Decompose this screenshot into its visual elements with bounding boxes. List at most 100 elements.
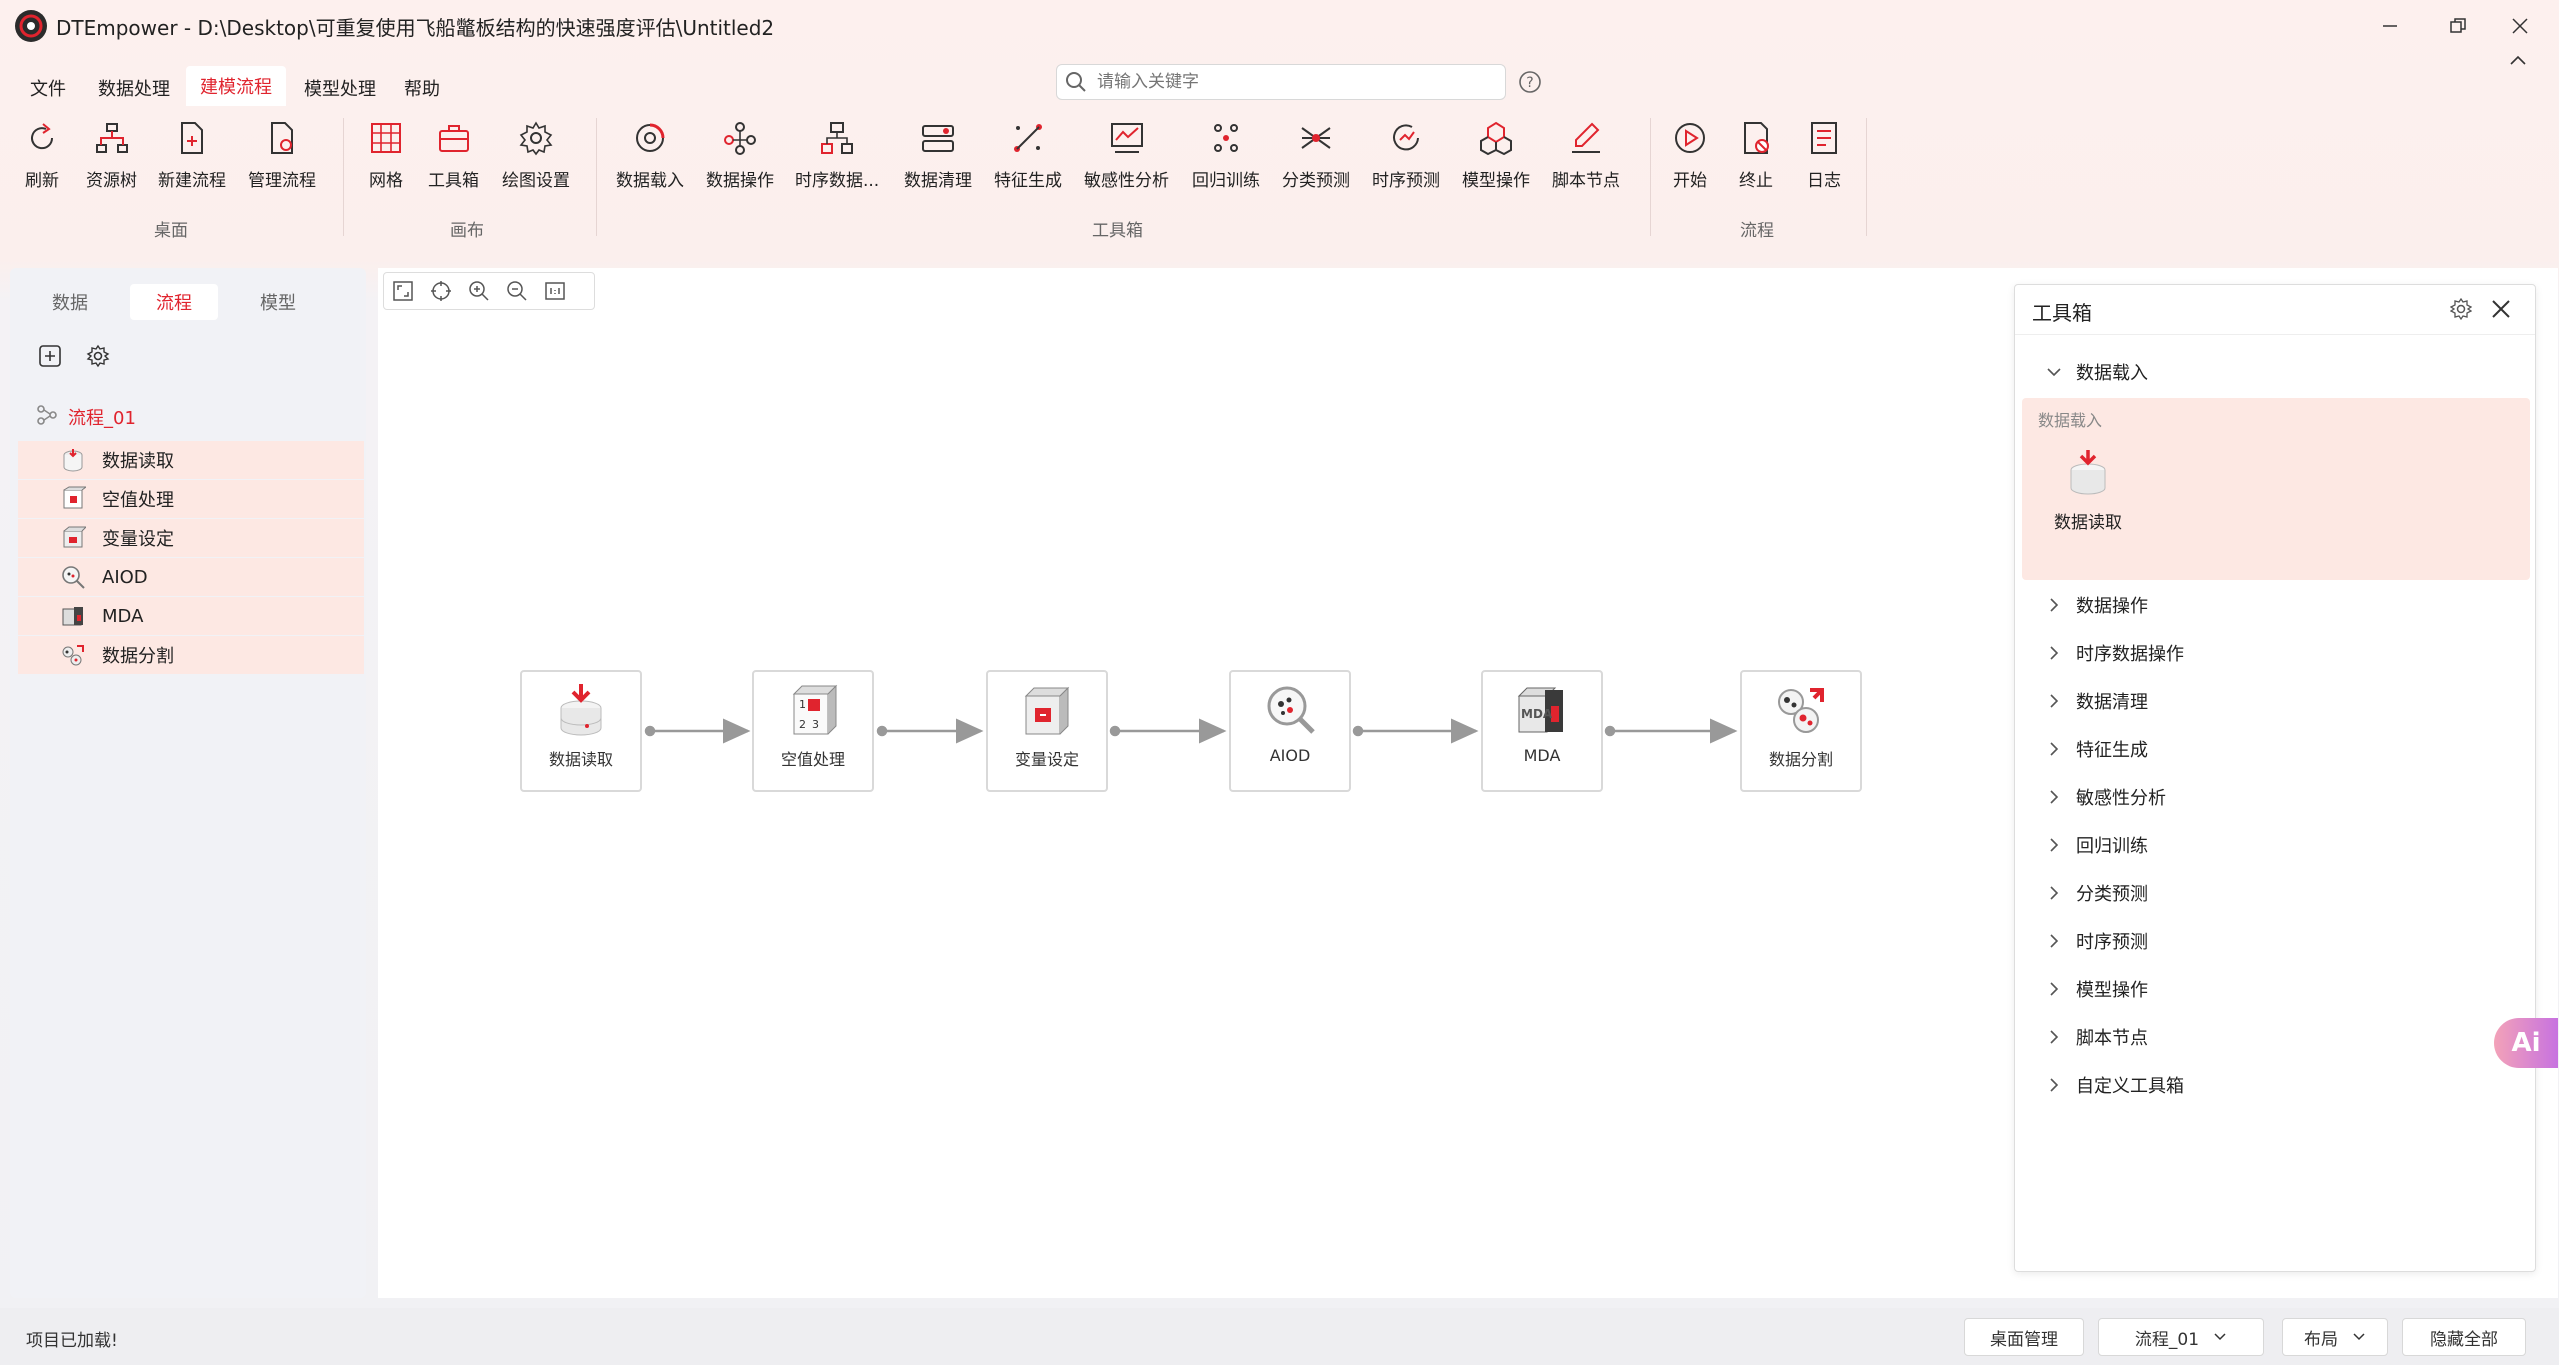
flow-node-aiod[interactable]: AIOD bbox=[1229, 670, 1351, 792]
toolbox-category[interactable]: 特征生成 bbox=[2044, 729, 2148, 769]
toolbox-category[interactable]: 模型操作 bbox=[2044, 969, 2148, 1009]
chevron-right-icon bbox=[2050, 1030, 2059, 1044]
toolbox-tool-data-read[interactable]: 数据读取 bbox=[2048, 448, 2128, 533]
tab-model[interactable]: 模型 bbox=[238, 284, 318, 320]
help-icon[interactable]: ? bbox=[1518, 70, 1542, 94]
toolbox-category[interactable]: 脚本节点 bbox=[2044, 1017, 2148, 1057]
menu-help[interactable]: 帮助 bbox=[392, 70, 452, 106]
flow-node-null-handling[interactable]: 123 空值处理 bbox=[752, 670, 874, 792]
group-label-desktop: 桌面 bbox=[154, 221, 188, 241]
chevron-right-icon bbox=[2050, 838, 2059, 852]
time-series-data-button[interactable]: 时序数据... bbox=[795, 118, 879, 191]
toolbox-category-data-load[interactable]: 数据载入 bbox=[2044, 352, 2148, 392]
feature-generation-button[interactable]: 特征生成 bbox=[994, 118, 1062, 191]
toolbox-close-button[interactable] bbox=[2490, 298, 2512, 320]
data-split-icon bbox=[62, 645, 84, 666]
time-series-predict-button[interactable]: 时序预测 bbox=[1372, 118, 1440, 191]
tab-data[interactable]: 数据 bbox=[30, 284, 110, 320]
zoom-out-icon[interactable] bbox=[506, 280, 528, 302]
flow-node-data-split[interactable]: 数据分割 bbox=[1740, 670, 1862, 792]
tree-item-null-handling[interactable]: 空值处理 bbox=[18, 480, 364, 518]
hide-all-button[interactable]: 隐藏全部 bbox=[2402, 1318, 2526, 1356]
toolbox-category[interactable]: 自定义工具箱 bbox=[2044, 1065, 2184, 1105]
manage-flow-button[interactable]: 管理流程 bbox=[248, 118, 316, 191]
flow-node-data-read[interactable]: 数据读取 bbox=[520, 670, 642, 792]
toolbox-category[interactable]: 时序数据操作 bbox=[2044, 633, 2184, 673]
classification-predict-button[interactable]: 分类预测 bbox=[1282, 118, 1350, 191]
svg-text:?: ? bbox=[1526, 75, 1533, 91]
status-message: 项目已加载! bbox=[26, 1331, 118, 1351]
data-load-button[interactable]: 数据载入 bbox=[616, 118, 684, 191]
toolbox-icon bbox=[434, 118, 474, 158]
data-operation-icon bbox=[720, 118, 760, 158]
desktop-manage-button[interactable]: 桌面管理 bbox=[1964, 1318, 2084, 1356]
search-input[interactable] bbox=[1056, 64, 1506, 100]
actual-size-icon[interactable] bbox=[544, 280, 566, 302]
grid-button[interactable]: 网格 bbox=[366, 118, 406, 191]
tree-item-variable-setting[interactable]: 变量设定 bbox=[18, 519, 364, 557]
new-file-icon bbox=[172, 118, 212, 158]
null-handling-icon: 1 2 3 bbox=[792, 684, 838, 735]
draw-settings-button[interactable]: 绘图设置 bbox=[502, 118, 570, 191]
panel-settings-button[interactable] bbox=[86, 344, 110, 368]
data-cleaning-button[interactable]: 数据清理 bbox=[904, 118, 972, 191]
start-button[interactable]: 开始 bbox=[1670, 118, 1710, 191]
flow-node-mda[interactable]: MDA MDA bbox=[1481, 670, 1603, 792]
layout-dropdown[interactable]: 布局 bbox=[2282, 1318, 2388, 1356]
zoom-in-icon[interactable] bbox=[468, 280, 490, 302]
new-flow-button[interactable]: 新建流程 bbox=[158, 118, 226, 191]
fit-view-icon[interactable] bbox=[392, 280, 414, 302]
flow-select-dropdown[interactable]: 流程_01 bbox=[2098, 1318, 2264, 1356]
add-flow-button[interactable] bbox=[38, 344, 62, 368]
null-handling-icon bbox=[63, 486, 86, 509]
menu-data-processing[interactable]: 数据处理 bbox=[86, 70, 182, 106]
stop-button[interactable]: 终止 bbox=[1736, 118, 1776, 191]
ai-assistant-button[interactable]: Ai bbox=[2494, 1018, 2558, 1068]
minimize-button[interactable] bbox=[2370, 8, 2410, 44]
chevron-down-icon bbox=[2047, 368, 2061, 377]
mda-icon bbox=[62, 607, 83, 626]
flow-node-variable-setting[interactable]: 变量设定 bbox=[986, 670, 1108, 792]
flow-tree-root[interactable]: 流程_01 bbox=[68, 404, 136, 430]
toolbox-category[interactable]: 回归训练 bbox=[2044, 825, 2148, 865]
chevron-right-icon bbox=[2050, 982, 2059, 996]
ribbon-separator bbox=[596, 118, 597, 236]
chevron-down-icon bbox=[2353, 1333, 2365, 1341]
tab-flow[interactable]: 流程 bbox=[130, 284, 218, 320]
close-window-button[interactable] bbox=[2500, 8, 2540, 44]
tree-item-data-read[interactable]: 数据读取 bbox=[18, 441, 364, 479]
group-label-canvas: 画布 bbox=[450, 221, 484, 241]
toolbox-category[interactable]: 时序预测 bbox=[2044, 921, 2148, 961]
toolbox-category[interactable]: 分类预测 bbox=[2044, 873, 2148, 913]
data-cleaning-icon bbox=[918, 118, 958, 158]
toolbox-category[interactable]: 数据操作 bbox=[2044, 585, 2148, 625]
menu-model-processing[interactable]: 模型处理 bbox=[292, 70, 388, 106]
resource-tree-button[interactable]: 资源树 bbox=[86, 118, 137, 191]
sensitivity-analysis-button[interactable]: 敏感性分析 bbox=[1084, 118, 1169, 191]
script-node-button[interactable]: 脚本节点 bbox=[1552, 118, 1620, 191]
tree-item-mda[interactable]: MDA bbox=[18, 597, 364, 635]
collapse-ribbon-button[interactable] bbox=[2508, 52, 2528, 68]
restore-button[interactable] bbox=[2438, 8, 2478, 44]
toolbox-category[interactable]: 敏感性分析 bbox=[2044, 777, 2166, 817]
regression-training-button[interactable]: 回归训练 bbox=[1192, 118, 1260, 191]
menu-modeling-flow[interactable]: 建模流程 bbox=[186, 66, 286, 106]
center-view-icon[interactable] bbox=[430, 280, 452, 302]
tree-item-aiod[interactable]: AIOD bbox=[18, 558, 364, 596]
data-operation-button[interactable]: 数据操作 bbox=[706, 118, 774, 191]
model-operation-button[interactable]: 模型操作 bbox=[1462, 118, 1530, 191]
ribbon-separator bbox=[1650, 118, 1651, 236]
tree-item-data-split[interactable]: 数据分割 bbox=[18, 636, 364, 674]
refresh-button[interactable]: 刷新 bbox=[22, 118, 62, 191]
menu-file[interactable]: 文件 bbox=[18, 70, 78, 106]
toolbox-settings-button[interactable] bbox=[2450, 298, 2472, 320]
canvas-toolbar bbox=[383, 272, 595, 310]
toolbox-button[interactable]: 工具箱 bbox=[428, 118, 479, 191]
variable-setting-icon bbox=[1024, 686, 1070, 735]
log-button[interactable]: 日志 bbox=[1804, 118, 1844, 191]
classification-icon bbox=[1296, 118, 1336, 158]
ribbon-separator bbox=[1866, 118, 1867, 236]
window-title: DTEmpower - D:\Desktop\可重复使用飞船鼈板结构的快速强度评… bbox=[56, 16, 775, 40]
toolbox-category[interactable]: 数据清理 bbox=[2044, 681, 2148, 721]
time-series-predict-icon bbox=[1386, 118, 1426, 158]
